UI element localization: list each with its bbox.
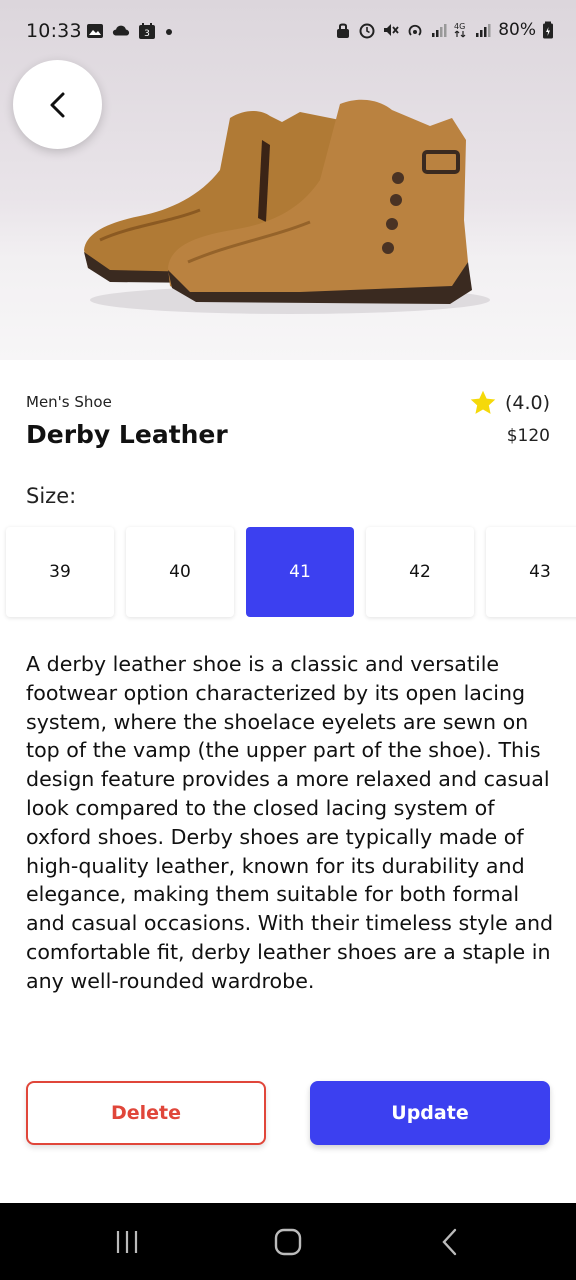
size-option[interactable]: 42: [366, 527, 474, 617]
size-option[interactable]: 39: [6, 527, 114, 617]
status-system-icons: 4G 80%: [334, 20, 554, 40]
gallery-icon: [87, 24, 103, 38]
mute-icon: [384, 24, 399, 36]
star-icon: [470, 390, 496, 414]
product-rating: (4.0): [469, 389, 550, 417]
alarm-icon: [359, 23, 375, 39]
signal-icon: [432, 24, 447, 37]
recent-apps-icon[interactable]: [114, 1227, 140, 1257]
network-4g-icon: 4G: [454, 22, 466, 38]
rating-value: (4.0): [504, 392, 550, 414]
size-selector: 39 40 41 42 43: [0, 527, 576, 617]
status-notification-icons: 3: [86, 22, 174, 40]
calendar-icon: 3: [139, 23, 155, 39]
product-price: $120: [506, 426, 550, 446]
lock-icon: [337, 23, 350, 38]
home-icon[interactable]: [273, 1227, 303, 1257]
signal-2-icon: [476, 24, 491, 37]
size-label: Size:: [26, 484, 77, 508]
product-category: Men's Shoe: [26, 393, 112, 411]
battery-percent: 80%: [498, 20, 536, 40]
size-option[interactable]: 43: [486, 527, 576, 617]
product-description: A derby leather shoe is a classic and ve…: [26, 652, 554, 993]
hotspot-icon: [408, 24, 422, 36]
system-nav-bar: [0, 1203, 576, 1280]
status-bar: 10:33 3 4G 80%: [0, 0, 576, 64]
back-button[interactable]: [13, 60, 102, 149]
chevron-left-icon: [50, 92, 64, 117]
svg-text:3: 3: [144, 29, 150, 39]
status-time: 10:33: [26, 20, 82, 42]
svg-text:4G: 4G: [454, 22, 465, 31]
dot-icon: [166, 29, 172, 35]
battery-icon: [543, 21, 553, 39]
back-icon[interactable]: [438, 1227, 462, 1257]
cloud-icon: [112, 25, 130, 36]
product-title: Derby Leather: [26, 420, 228, 449]
size-option[interactable]: 40: [126, 527, 234, 617]
delete-button[interactable]: Delete: [26, 1081, 266, 1145]
update-button[interactable]: Update: [310, 1081, 550, 1145]
size-option-selected[interactable]: 41: [246, 527, 354, 617]
